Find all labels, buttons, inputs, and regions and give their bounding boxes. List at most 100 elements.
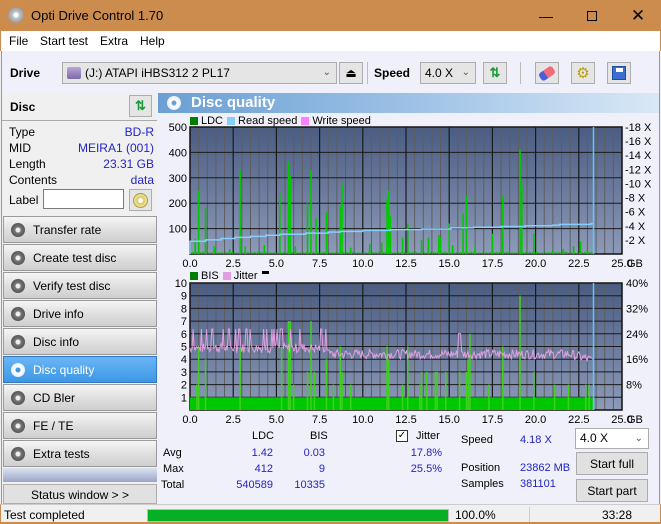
refresh-button[interactable]: ⇅ <box>483 62 507 84</box>
start-part-button[interactable]: Start part <box>576 479 648 502</box>
stats-max-ldc: 412 <box>254 463 273 475</box>
panel-title: Disc quality <box>191 94 276 111</box>
disc-panel-header: Disc ⇅ <box>2 93 157 121</box>
legend-swatch-jitter <box>222 272 231 280</box>
speed-select[interactable]: 4.0 X ⌄ <box>420 62 476 84</box>
menu-extra[interactable]: Extra <box>100 34 128 48</box>
legend-jitter: Jitter <box>233 270 258 282</box>
settings-button[interactable]: ⚙ <box>571 62 595 84</box>
nav-transfer-rate[interactable]: Transfer rate <box>3 216 157 243</box>
speed-value: 4.0 X <box>425 66 454 80</box>
legend-swatch-write-speed <box>301 117 310 125</box>
disc-label-input[interactable] <box>43 189 124 209</box>
menu-file[interactable]: File <box>9 34 28 48</box>
ldc-legend: LDC Read speed Write speed <box>186 115 371 127</box>
nav-disc-info[interactable]: Disc info <box>3 328 157 355</box>
stats-avg-ldc: 1.42 <box>251 447 273 459</box>
field-label: MID <box>9 141 31 155</box>
disc-panel-title: Disc <box>10 100 36 114</box>
disc-length-value: 23.31 GB <box>103 157 154 171</box>
samples-label: Samples <box>461 478 504 490</box>
jitter-checkbox[interactable]: ✓ <box>396 430 408 442</box>
disc-mid-row: MID MEIRA1 (001) <box>9 141 154 155</box>
elapsed-time: 33:28 <box>602 508 633 522</box>
field-label: Contents <box>9 173 58 187</box>
stats-avg-jitter: 17.8% <box>410 447 442 459</box>
status-separator <box>529 507 530 522</box>
stats-header-ldc: LDC <box>252 430 275 442</box>
stats-total-ldc: 540589 <box>236 479 273 491</box>
toolbar-separator <box>367 62 368 84</box>
minimize-button[interactable]: — <box>523 0 569 31</box>
legend-bis: BIS <box>201 270 219 282</box>
stats-max-bis: 9 <box>318 463 325 475</box>
stats-max-label: Max <box>163 463 184 475</box>
menu-help[interactable]: Help <box>140 34 165 48</box>
disc-icon <box>11 307 25 321</box>
progress-bar <box>147 509 449 522</box>
field-label: Length <box>9 157 46 171</box>
nav-extra-tests[interactable]: Extra tests <box>3 440 157 467</box>
legend-read-speed: Read speed <box>238 115 298 127</box>
disc-icon <box>11 251 25 265</box>
disc-type-value: BD-R <box>124 125 154 139</box>
erase-button[interactable] <box>535 62 559 84</box>
speed-label: Speed <box>374 66 411 80</box>
legend-swatch-read-speed <box>227 117 236 125</box>
nav-create-test-disc[interactable]: Create test disc <box>3 244 157 271</box>
legend-write-speed: Write speed <box>312 115 371 127</box>
start-full-button[interactable]: Start full <box>576 452 648 475</box>
disc-label-button[interactable] <box>129 189 152 211</box>
menu-bar: File Start test Extra Help <box>0 31 661 51</box>
stats-avg-bis: 0.03 <box>303 447 325 459</box>
nav-cd-bler[interactable]: CD Bler <box>3 384 157 411</box>
progress-fill <box>148 510 448 521</box>
nav-label: Create test disc <box>33 251 117 265</box>
save-button[interactable] <box>607 62 631 84</box>
drive-select[interactable]: (J:) ATAPI iHBS312 2 PL17 ⌄ <box>62 62 337 84</box>
eject-button[interactable]: ⏏ <box>339 62 363 84</box>
legend-marker <box>261 270 269 274</box>
disc-contents-value: data <box>130 173 154 187</box>
nav-drive-info[interactable]: Drive info <box>3 300 157 327</box>
menu-start-test[interactable]: Start test <box>40 34 88 48</box>
disc-refresh-button[interactable]: ⇅ <box>129 95 152 117</box>
disc-length-row: Length 23.31 GB <box>9 157 154 171</box>
field-label: Type <box>9 125 36 139</box>
disc-icon <box>11 391 25 405</box>
eraser-icon <box>537 64 557 82</box>
window-title: Opti Drive Control 1.70 <box>31 8 164 23</box>
app-icon <box>8 7 24 23</box>
eject-icon: ⏏ <box>345 66 357 80</box>
sidebar: Disc ⇅ Type BD-R MID MEIRA1 (001) Length 23… <box>1 93 157 504</box>
nav-label: Drive info <box>33 307 84 321</box>
nav-verify-test-disc[interactable]: Verify test disc <box>3 272 157 299</box>
maximize-button[interactable] <box>569 0 615 31</box>
status-message: Test completed <box>4 508 85 522</box>
nav-spacer <box>3 468 157 482</box>
samples-value: 381101 <box>520 478 556 490</box>
title-bar: Opti Drive Control 1.70 — ✕ <box>0 0 661 31</box>
status-bar: Test completed 100.0% 33:28 <box>0 504 661 524</box>
nav-disc-quality[interactable]: Disc quality <box>3 356 157 383</box>
refresh-arrows-icon: ⇅ <box>135 98 146 113</box>
test-speed-select[interactable]: 4.0 X ⌄ <box>575 428 649 449</box>
disc-icon <box>11 447 25 461</box>
legend-ldc: LDC <box>201 115 224 127</box>
refresh-arrows-icon: ⇅ <box>489 65 501 80</box>
status-window-button[interactable]: Status window > > <box>3 484 157 504</box>
nav-label: FE / TE <box>33 419 74 433</box>
stats-total-label: Total <box>161 479 185 491</box>
chevron-down-icon: ⌄ <box>322 67 331 78</box>
stats-avg-label: Avg <box>163 447 182 459</box>
panel-header: Disc quality <box>158 93 659 113</box>
bis-legend: BIS Jitter <box>186 270 269 282</box>
toolbar: Drive (J:) ATAPI iHBS312 2 PL17 ⌄ ⏏ Spee… <box>1 51 660 93</box>
label-field-label: Label <box>9 193 39 207</box>
nav-fe-te[interactable]: FE / TE <box>3 412 157 439</box>
chevron-down-icon: ⌄ <box>461 67 470 78</box>
close-button[interactable]: ✕ <box>615 0 661 31</box>
nav-label: Disc quality <box>33 363 95 377</box>
nav-label: Verify test disc <box>33 279 111 293</box>
floppy-disk-icon <box>612 66 626 80</box>
